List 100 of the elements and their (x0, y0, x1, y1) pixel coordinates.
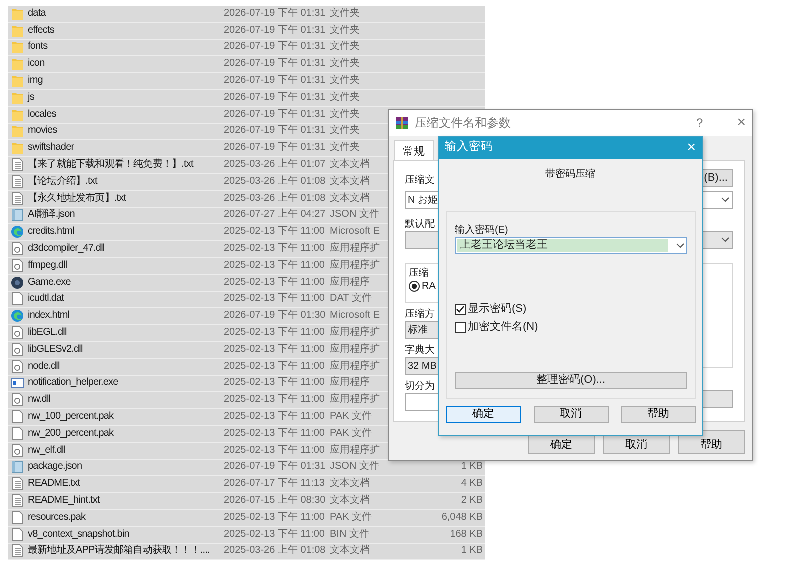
file-type: 应用程序扩 (330, 344, 380, 355)
password-combo[interactable]: 上老王论坛当老王 (455, 237, 687, 254)
date-modified: 2025-03-26 上午 01:08 (224, 546, 327, 556)
file-name[interactable]: ffmpeg.dll (28, 260, 224, 271)
file-name[interactable]: README_hint.txt (28, 496, 224, 506)
folder-icon (11, 24, 24, 38)
file-name[interactable]: 【论坛介绍】.txt (28, 176, 224, 187)
dialog-button[interactable]: 取消 (534, 406, 608, 423)
file-name[interactable]: img (28, 76, 224, 86)
date-modified: 2026-07-17 下午 11:13 (224, 479, 326, 490)
dialog-button[interactable]: 帮助 (678, 430, 745, 454)
file-size: 4 KB (461, 479, 484, 490)
date-modified: 2026-07-19 下午 01:31 (224, 92, 327, 103)
file-name[interactable]: 【来了就能下载和观看！纯免费！】.txt (28, 160, 224, 170)
file-name[interactable]: fonts (28, 42, 224, 52)
file-name[interactable]: effects (28, 26, 224, 36)
folder-icon (11, 108, 24, 122)
file-type: 文本文档 (330, 496, 370, 506)
file-name[interactable]: Game.exe (28, 278, 224, 288)
file-name[interactable]: nw.dll (28, 395, 224, 406)
file-type: 文件夹 (330, 59, 360, 70)
text-file-icon (11, 158, 24, 172)
group-label: 压缩 (409, 267, 429, 280)
file-size: 2 KB (461, 496, 484, 506)
file-name[interactable]: swiftshader (28, 143, 224, 154)
date-modified: 2026-07-19 下午 01:30 (224, 311, 327, 322)
file-name[interactable]: credits.html (28, 227, 224, 238)
date-modified: 2025-02-13 下午 11:00 (224, 362, 326, 372)
file-name[interactable]: notification_helper.exe (28, 378, 224, 388)
file-name[interactable]: index.html (28, 311, 224, 322)
date-modified: 2026-07-19 下午 01:31 (224, 462, 327, 472)
checkbox[interactable] (455, 304, 466, 314)
file-name[interactable]: v8_context_snapshot.bin (28, 530, 224, 540)
date-modified: 2025-02-13 下午 11:00 (224, 446, 326, 456)
folder-icon (11, 74, 24, 88)
file-name[interactable]: nw_elf.dll (28, 446, 224, 456)
file-type: 文件夹 (330, 26, 360, 36)
file-name[interactable]: libGLESv2.dll (28, 344, 224, 355)
date-modified: 2026-07-19 下午 01:31 (224, 126, 327, 136)
file-name[interactable]: icudtl.dat (28, 294, 224, 304)
file-type: 应用程序扩 (330, 446, 380, 456)
window-icon (11, 376, 24, 390)
file-name[interactable]: libEGL.dll (28, 328, 224, 338)
folder-icon (11, 141, 24, 156)
dialog-button[interactable]: 确定 (446, 406, 521, 423)
file-type: 应用程序扩 (330, 362, 380, 372)
file-name[interactable]: movies (28, 126, 224, 136)
checkbox-label: 显示密码(S) (468, 302, 527, 317)
date-modified: 2026-07-19 下午 01:31 (224, 143, 327, 154)
file-type: 应用程序扩 (330, 244, 380, 254)
date-modified: 2025-02-13 下午 11:00 (224, 278, 326, 288)
file-name[interactable]: README.txt (28, 479, 224, 490)
file-name[interactable]: js (28, 92, 224, 103)
help-button[interactable]: ? (696, 114, 704, 132)
date-modified: 2026-07-19 下午 01:31 (224, 8, 327, 19)
date-modified: 2025-02-13 下午 11:00 (224, 530, 326, 540)
file-icon (11, 528, 24, 542)
date-modified: 2025-02-13 下午 11:00 (224, 428, 326, 439)
folder-icon (11, 6, 24, 21)
file-type: 应用程序 (330, 378, 370, 388)
file-name[interactable]: package.json (28, 462, 224, 472)
chevron-icon (676, 242, 685, 248)
app-icon (11, 276, 24, 290)
tab[interactable]: 常规 (394, 140, 434, 160)
field-label: 压缩方 (405, 308, 435, 321)
field-label: 字典大 (405, 344, 435, 357)
file-type: 应用程序扩 (330, 260, 380, 271)
file-name[interactable]: 最新地址及APP请发邮箱自动获取！！！.... (28, 546, 224, 556)
file-type: PAK 文件 (330, 428, 372, 439)
text-file-icon (11, 192, 24, 206)
file-name[interactable]: nw_200_percent.pak (28, 428, 224, 439)
file-name[interactable]: nw_100_percent.pak (28, 412, 224, 422)
file-type: 文件夹 (330, 126, 360, 136)
file-name[interactable]: AI翻译.json (28, 210, 224, 220)
organize-button[interactable]: 整理密码(O)... (455, 372, 687, 389)
file-type: 文件夹 (330, 92, 360, 103)
chevron-icon (721, 197, 730, 203)
file-name[interactable]: icon (28, 59, 224, 70)
field-label: 压缩文 (405, 174, 435, 187)
close-button[interactable]: × (737, 112, 746, 134)
file-name[interactable]: resources.pak (28, 512, 224, 523)
file-type: BIN 文件 (330, 530, 370, 540)
file-type: JSON 文件 (330, 210, 380, 220)
date-modified: 2025-03-26 上午 01:07 (224, 160, 327, 170)
file-type: 文本文档 (330, 479, 370, 490)
file-type: 文本文档 (330, 160, 370, 170)
folder-icon (11, 57, 24, 72)
chevron-icon (721, 237, 730, 243)
dialog-button[interactable]: 帮助 (621, 406, 696, 423)
field-label: 切分为 (405, 380, 435, 393)
dialog-heading: 带密码压缩 (546, 168, 596, 181)
file-name[interactable]: data (28, 8, 224, 19)
file-name[interactable]: d3dcompiler_47.dll (28, 244, 224, 254)
date-modified: 2026-07-15 上午 08:30 (224, 496, 327, 506)
file-name[interactable]: node.dll (28, 362, 224, 372)
checkbox[interactable] (455, 322, 466, 332)
file-name[interactable]: locales (28, 110, 224, 120)
file-name[interactable]: 【永久地址发布页】.txt (28, 194, 224, 204)
radio-button[interactable] (409, 281, 420, 292)
date-modified: 2025-02-13 下午 11:00 (224, 344, 326, 355)
